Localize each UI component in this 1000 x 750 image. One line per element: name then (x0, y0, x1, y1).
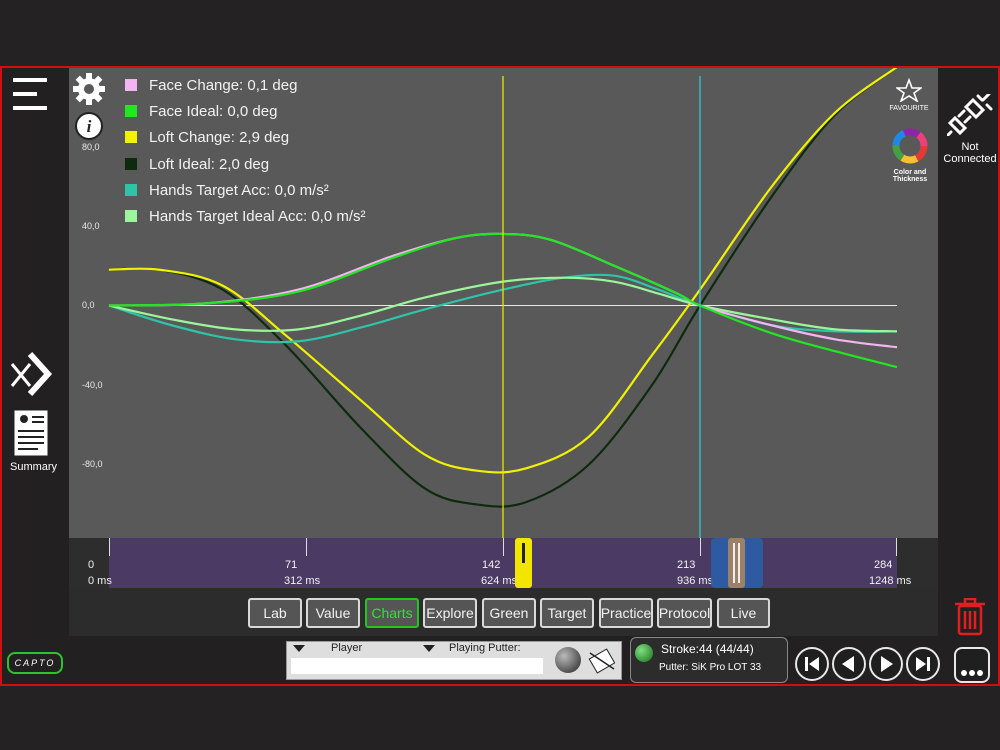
star-icon (894, 77, 924, 103)
player-dropdown-arrow-icon[interactable] (293, 645, 305, 652)
legend-label: Hands Target Ideal Acc: 0,0 m/s² (149, 207, 366, 225)
legend-label: Face Ideal: 0,0 deg (149, 102, 278, 120)
color-thickness-label-1: Color and (893, 169, 927, 176)
y-tick-label: 0,0 (82, 300, 95, 310)
cyan-cursor-handle[interactable] (728, 538, 745, 588)
tab-value[interactable]: Value (306, 598, 360, 628)
skip-first-icon (805, 657, 819, 671)
color-thickness-label-2: Thickness (892, 176, 928, 183)
tools-chevron-icon[interactable] (8, 350, 54, 398)
y-tick-label: 80,0 (82, 142, 100, 152)
legend-swatch (125, 184, 137, 196)
frame-label: 213 (677, 559, 696, 571)
legend-swatch (125, 79, 137, 91)
trash-icon[interactable] (954, 598, 986, 636)
player-label: Player (331, 642, 363, 654)
legend-swatch (125, 131, 137, 143)
summary-label: Summary (10, 461, 58, 473)
color-thickness-button[interactable]: Color and Thickness (884, 128, 936, 183)
legend-label: Hands Target Acc: 0,0 m/s² (149, 181, 329, 199)
time-label: 0 ms (88, 575, 112, 587)
putter-measure-icon[interactable] (587, 645, 615, 675)
last-stroke-button[interactable] (906, 647, 940, 681)
legend-swatch (125, 105, 137, 117)
frame-label: 142 (482, 559, 501, 571)
legend-item[interactable]: Loft Change: 2,9 deg (125, 127, 289, 147)
time-label: 312 ms (284, 575, 321, 587)
hamburger-menu-icon[interactable] (12, 76, 50, 114)
not-connected-label-1: Not (961, 141, 979, 153)
legend-item[interactable]: Hands Target Acc: 0,0 m/s² (125, 180, 329, 200)
player-input[interactable] (291, 658, 543, 674)
next-icon (881, 656, 893, 672)
svg-text:i: i (87, 117, 92, 136)
previous-icon (842, 656, 854, 672)
y-tick-label: -80,0 (82, 459, 103, 469)
right-sidebar: Not Connected (938, 68, 998, 636)
legend-label: Loft Change: 2,9 deg (149, 128, 290, 146)
favourite-label: FAVOURITE (889, 105, 929, 112)
chart-area: 80,0 40,0 0,0 -40,0 -80,0 Face Change: 0… (69, 68, 938, 538)
timeline-tick (896, 538, 897, 556)
info-icon[interactable]: i (73, 110, 105, 142)
skip-last-icon (916, 657, 930, 671)
stroke-count: Stroke:44 (44/44) (661, 642, 754, 656)
tab-explore[interactable]: Explore (423, 598, 477, 628)
legend-item[interactable]: Loft Ideal: 2,0 deg (125, 154, 269, 174)
legend-label: Loft Ideal: 2,0 deg (149, 155, 270, 173)
summary-icon (13, 409, 49, 457)
player-selector-panel: Player Playing Putter: (286, 641, 622, 680)
summary-button[interactable]: Summary (10, 408, 58, 473)
tab-charts[interactable]: Charts (365, 598, 419, 628)
connection-status[interactable]: Not Connected (940, 92, 1000, 165)
time-label: 1248 ms (869, 575, 912, 587)
ball-icon[interactable] (555, 647, 581, 673)
tab-practice[interactable]: Practice (599, 598, 653, 628)
capto-logo: CAPTO (7, 652, 63, 674)
settings-gear-icon[interactable] (72, 72, 106, 106)
legend-item[interactable]: Face Change: 0,1 deg (125, 75, 297, 95)
tab-target[interactable]: Target (540, 598, 594, 628)
y-tick-label: -40,0 (82, 380, 103, 390)
tab-lab[interactable]: Lab (248, 598, 302, 628)
tab-green[interactable]: Green (482, 598, 536, 628)
tab-protocol[interactable]: Protocol (657, 598, 712, 628)
timeline-tick (306, 538, 307, 556)
yellow-cursor-handle[interactable] (515, 538, 532, 588)
legend-item[interactable]: Hands Target Ideal Acc: 0,0 m/s² (125, 206, 366, 226)
first-stroke-button[interactable] (795, 647, 829, 681)
stroke-info-panel[interactable]: Stroke:44 (44/44) Putter: SiK Pro LOT 33 (630, 637, 788, 683)
time-label: 936 ms (677, 575, 714, 587)
y-tick-label: 40,0 (82, 221, 100, 231)
timeline-tick (700, 538, 701, 556)
previous-stroke-button[interactable] (832, 647, 866, 681)
putter-label: Playing Putter: (449, 642, 521, 654)
timeline-scrubber[interactable]: 0 71 142 213 284 0 ms 312 ms 624 ms 936 … (69, 538, 938, 588)
legend-swatch (125, 158, 137, 170)
view-tabs: Lab Value Charts Explore Green Target Pr… (69, 588, 938, 636)
timeline-tick (109, 538, 110, 556)
putter-dropdown-arrow-icon[interactable] (423, 645, 435, 652)
favourite-button[interactable]: FAVOURITE (884, 77, 934, 112)
ellipsis-icon (961, 670, 983, 676)
color-wheel-icon (892, 128, 928, 164)
time-label: 624 ms (481, 575, 518, 587)
next-stroke-button[interactable] (869, 647, 903, 681)
not-connected-label-2: Connected (943, 153, 997, 165)
putter-name: Putter: SiK Pro LOT 33 (659, 662, 762, 673)
status-led-icon (635, 644, 653, 662)
tab-live[interactable]: Live (717, 598, 770, 628)
timeline-tick (503, 538, 504, 556)
legend-label: Face Change: 0,1 deg (149, 76, 298, 94)
frame-label: 0 (88, 559, 95, 571)
legend-item[interactable]: Face Ideal: 0,0 deg (125, 101, 277, 121)
unplugged-icon (945, 92, 993, 138)
frame-label: 284 (874, 559, 893, 571)
legend-swatch (125, 210, 137, 222)
frame-label: 71 (285, 559, 298, 571)
more-options-button[interactable] (954, 647, 990, 683)
